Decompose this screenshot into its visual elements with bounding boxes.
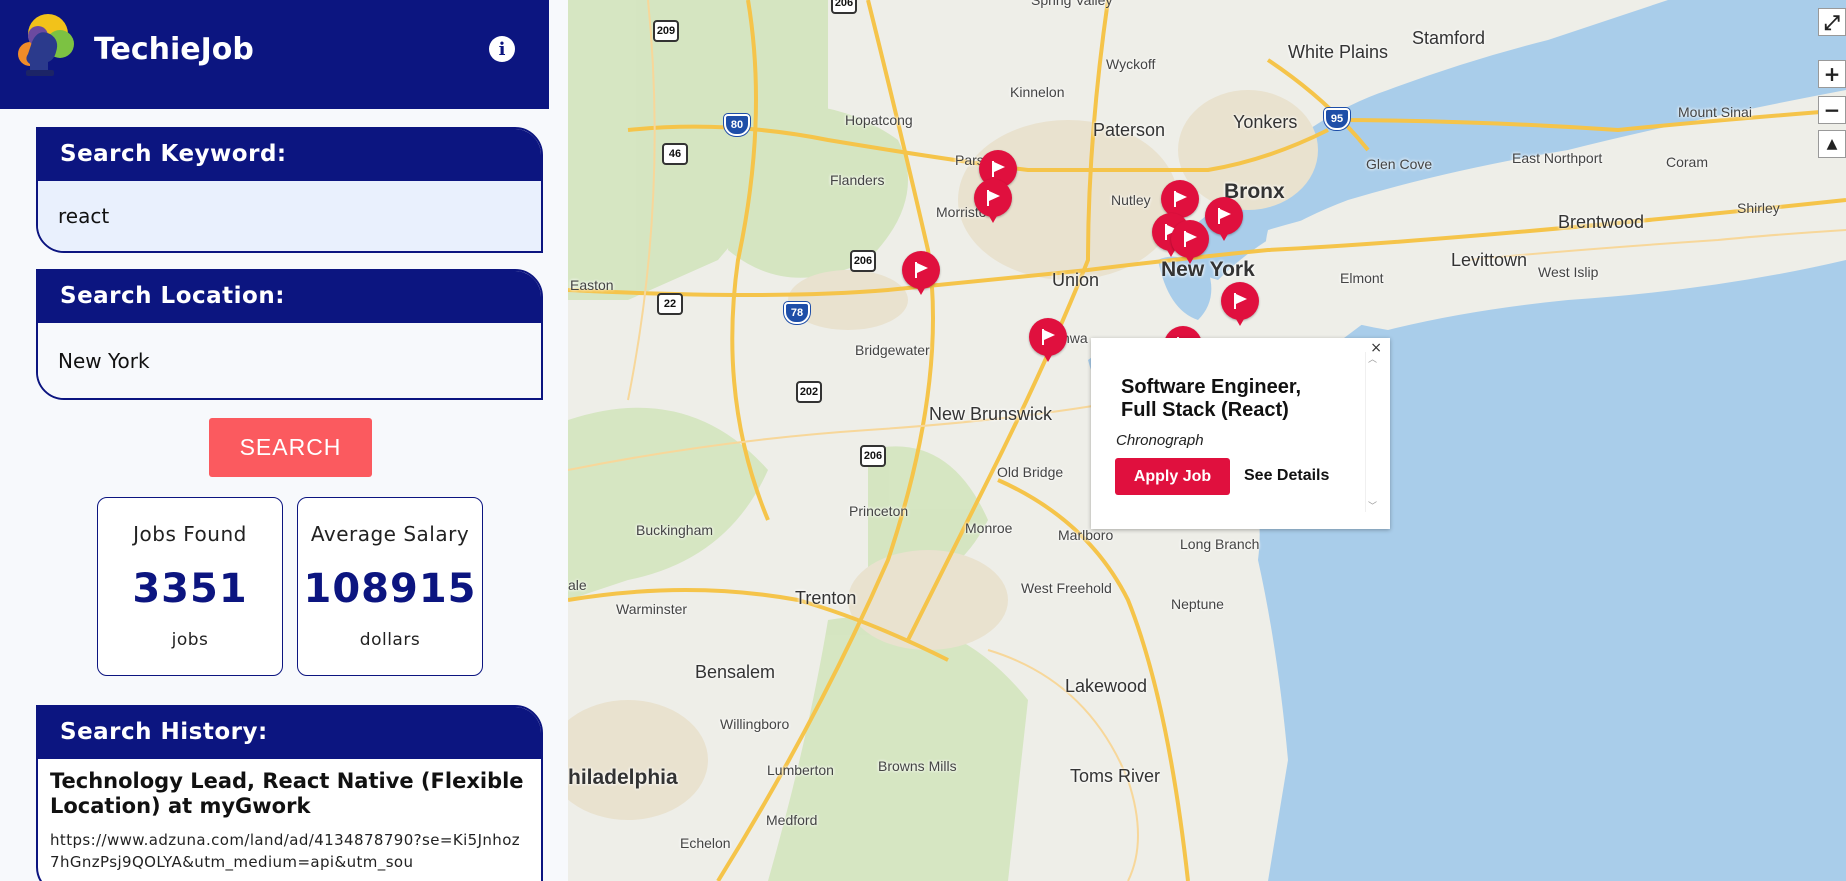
search-history-panel: Search History: Technology Lead, React N… xyxy=(36,705,543,881)
flag-icon xyxy=(915,262,928,278)
jobs-found-unit: jobs xyxy=(171,630,209,650)
zoom-in-button[interactable]: + xyxy=(1818,60,1846,88)
route-shield: 206 xyxy=(850,250,876,272)
flag-icon xyxy=(1042,329,1055,345)
location-panel: Search Location: xyxy=(36,269,543,400)
jobs-found-card: Jobs Found 3351 jobs xyxy=(97,497,283,676)
interstate-shield: 80 xyxy=(724,114,750,136)
info-icon[interactable]: i xyxy=(489,36,515,62)
history-item[interactable]: Technology Lead, React Native (Flexible … xyxy=(38,759,541,881)
job-marker[interactable] xyxy=(1171,220,1209,264)
interstate-shield: 78 xyxy=(784,302,810,324)
flag-icon xyxy=(1234,293,1247,309)
history-item-title[interactable]: Technology Lead, React Native (Flexible … xyxy=(50,769,529,819)
route-shield: 202 xyxy=(796,381,822,403)
route-shield: 206 xyxy=(831,0,857,14)
see-details-link[interactable]: See Details xyxy=(1244,467,1329,485)
popup-job-title: Software Engineer, Full Stack (React) xyxy=(1121,376,1302,421)
average-salary-label: Average Salary xyxy=(310,522,470,546)
jobs-found-label: Jobs Found xyxy=(133,522,247,546)
route-shield: 206 xyxy=(860,445,886,467)
flag-icon xyxy=(1218,208,1231,224)
job-marker[interactable] xyxy=(1029,318,1067,362)
job-marker[interactable] xyxy=(974,179,1012,223)
jobs-found-value: 3351 xyxy=(132,566,248,612)
chevron-up-icon[interactable]: ︿ xyxy=(1368,352,1377,365)
job-popup: × Software Engineer, Full Stack (React) … xyxy=(1091,338,1390,529)
popup-scrollbar[interactable]: ︿ ﹀ xyxy=(1365,352,1380,512)
keyword-panel: Search Keyword: xyxy=(36,127,543,253)
search-button[interactable]: SEARCH xyxy=(209,418,372,477)
expand-icon[interactable]: ⤢ xyxy=(1818,8,1846,36)
job-marker[interactable] xyxy=(1221,282,1259,326)
flag-icon xyxy=(1184,231,1197,247)
app-header: TechieJob i xyxy=(0,0,549,109)
sidebar: TechieJob i Search Keyword: Search Locat… xyxy=(0,0,568,881)
job-marker[interactable] xyxy=(902,251,940,295)
location-label: Search Location: xyxy=(38,271,541,323)
app-title: TechieJob xyxy=(94,32,254,67)
keyword-label: Search Keyword: xyxy=(38,129,541,181)
history-item-url[interactable]: https://www.adzuna.com/land/ad/413487879… xyxy=(50,829,529,873)
flag-icon xyxy=(992,161,1005,177)
flag-icon xyxy=(1174,191,1187,207)
apply-job-button[interactable]: Apply Job xyxy=(1115,458,1230,495)
flag-icon xyxy=(987,190,1000,206)
search-history-label: Search History: xyxy=(38,707,541,759)
average-salary-value: 108915 xyxy=(303,566,477,612)
average-salary-card: Average Salary 108915 dollars xyxy=(297,497,483,676)
logo-icon xyxy=(18,14,74,76)
keyword-input[interactable] xyxy=(38,181,541,251)
zoom-out-button[interactable]: − xyxy=(1818,96,1846,124)
route-shield: 209 xyxy=(653,20,679,42)
popup-company: Chronograph xyxy=(1116,432,1204,449)
interstate-shield: 95 xyxy=(1324,108,1350,130)
route-shield: 22 xyxy=(657,293,683,315)
route-shield: 46 xyxy=(662,143,688,165)
chevron-down-icon[interactable]: ﹀ xyxy=(1368,499,1377,512)
average-salary-unit: dollars xyxy=(359,630,421,650)
location-input[interactable] xyxy=(38,323,541,398)
job-marker[interactable] xyxy=(1205,197,1243,241)
compass-icon[interactable]: ▲ xyxy=(1818,130,1846,158)
